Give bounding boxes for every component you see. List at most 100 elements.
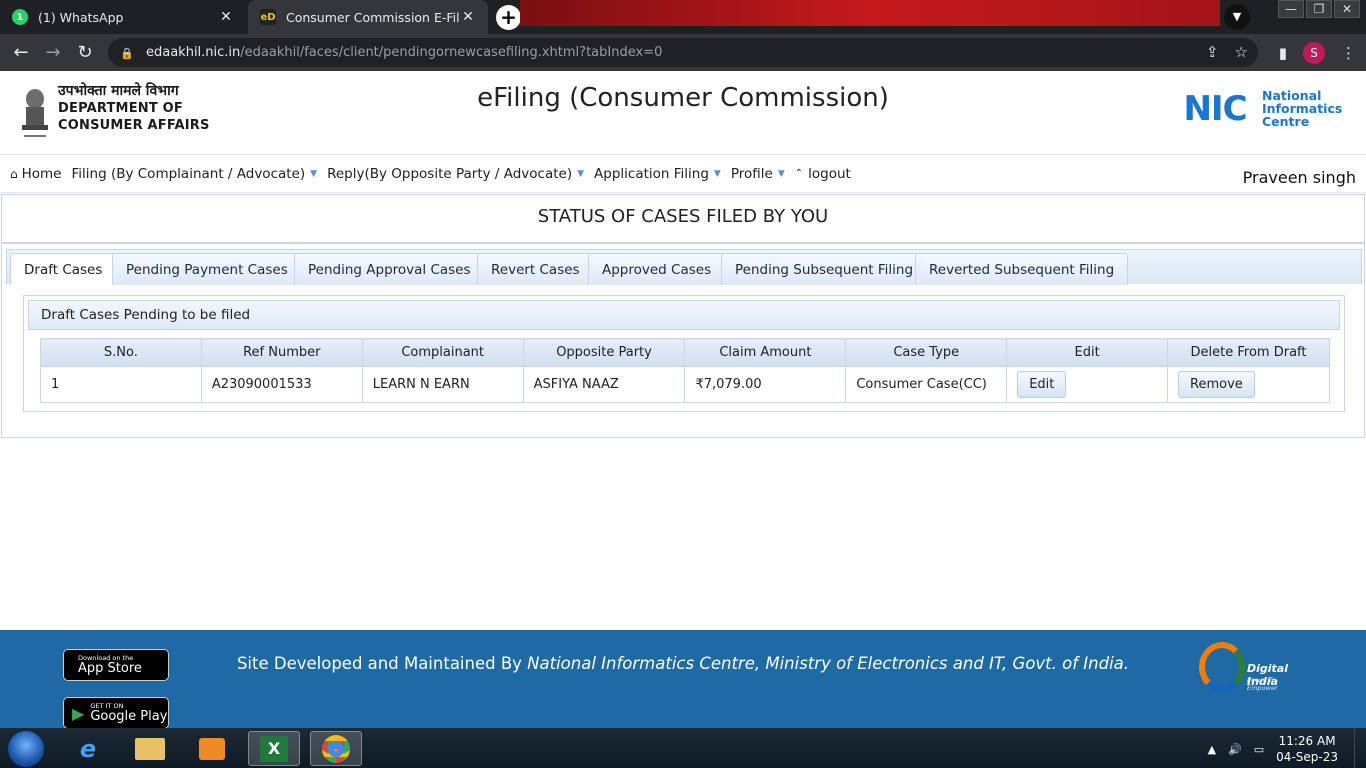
menu-label: Home (21, 165, 62, 182)
url-host: edaakhil.nic.in (146, 45, 241, 60)
reload-icon[interactable]: ↻ (74, 42, 96, 64)
tab-pending-subsequent-filing[interactable]: Pending Subsequent Filing (721, 253, 928, 285)
table-row: 1 A23090001533 LEARN N EARN ASFIYA NAAZ … (40, 366, 1330, 403)
tab-approved-cases[interactable]: Approved Cases (588, 253, 726, 285)
ie-icon[interactable]: e (62, 731, 114, 766)
show-desktop-button[interactable] (1354, 728, 1366, 768)
caret-down-icon: ▼ (777, 168, 785, 179)
more-menu-icon[interactable]: ⋮ (1341, 44, 1356, 62)
browser-toolbar: ← → ↻ 🔒 edaakhil.nic.in /edaakhil/faces/… (0, 34, 1366, 71)
maximize-icon[interactable]: ❐ (1306, 0, 1332, 18)
status-heading: STATUS OF CASES FILED BY YOU (2, 195, 1364, 244)
column-header[interactable]: S.No. (40, 338, 202, 367)
column-header[interactable]: Case Type (845, 338, 1008, 367)
forward-arrow-icon[interactable]: → (42, 42, 64, 64)
tab-search-button[interactable]: ▼ (1224, 4, 1250, 30)
digital-india-tagline: Power To Empower (1247, 676, 1278, 692)
tab-consumer-commission[interactable]: eD Consumer Commission E-Filing A ✕ (248, 0, 488, 34)
nic-mark: NIC (1172, 89, 1258, 129)
cell-edit: Edit (1006, 366, 1169, 403)
cell-delete: Remove (1167, 366, 1330, 403)
lock-icon: 🔒 (120, 46, 134, 60)
edaakhil-icon: eD (260, 9, 276, 25)
remove-button[interactable]: Remove (1178, 371, 1255, 398)
column-header[interactable]: Claim Amount (684, 338, 847, 367)
tab-reverted-subsequent-filing[interactable]: Reverted Subsequent Filing (915, 253, 1129, 285)
footer-credit-italic: National Informatics Centre, Ministry of… (527, 654, 1130, 673)
menu-logout[interactable]: ⌃ logout (795, 166, 851, 182)
media-player-icon[interactable] (186, 731, 238, 766)
menu-label: Reply(By Opposite Party / Advocate) (327, 165, 573, 182)
column-header[interactable]: Ref Number (200, 338, 363, 367)
side-panel-icon[interactable]: ▮ (1279, 44, 1287, 62)
tab-revert-cases[interactable]: Revert Cases (477, 253, 594, 285)
tab-draft-cases[interactable]: Draft Cases (10, 253, 117, 285)
volume-icon[interactable]: 🔊 (1228, 743, 1242, 756)
edit-button[interactable]: Edit (1017, 371, 1067, 398)
clock[interactable]: 11:26 AM 04-Sep-23 (1276, 733, 1338, 765)
excel-icon[interactable]: X (248, 731, 300, 766)
start-button[interactable] (8, 731, 44, 767)
menu-profile[interactable]: Profile ▼ (731, 166, 785, 182)
close-tab-icon[interactable]: ✕ (460, 9, 476, 25)
browser-tab-strip: 1 (1) WhatsApp ✕ eD Consumer Commission … (0, 0, 1366, 34)
new-tab-button[interactable]: + (496, 5, 521, 30)
cell-case-type: Consumer Case(CC) (845, 366, 1008, 403)
minimize-icon[interactable]: — (1278, 0, 1304, 18)
close-tab-icon[interactable]: ✕ (218, 9, 234, 25)
tray-overflow-icon[interactable]: ▲ (1208, 743, 1216, 756)
nic-text-line3: Centre (1262, 114, 1310, 129)
caret-down-icon: ▼ (713, 168, 721, 179)
column-header[interactable]: Edit (1006, 338, 1169, 367)
chrome-icon[interactable] (310, 731, 362, 766)
menu-home[interactable]: ⌂ Home (10, 166, 62, 182)
omnibox-actions: ⇪ ☆ (1206, 43, 1248, 61)
profile-avatar[interactable]: S (1303, 42, 1325, 64)
user-name: Praveen singh (1242, 168, 1356, 187)
digital-india-icon (1199, 642, 1245, 692)
nic-text: National Informatics Centre (1262, 89, 1342, 128)
menu-label: Application Filing (594, 165, 709, 182)
windows-taskbar: e X ▲ 🔊 ▭ 11:26 AM 04-Sep-23 (0, 728, 1366, 768)
table-header-row: S.No. Ref Number Complainant Opposite Pa… (40, 338, 1330, 367)
window-controls: — ❐ ✕ (1278, 0, 1360, 18)
logout-icon: ⌃ (794, 168, 804, 179)
tab-pending-payment-cases[interactable]: Pending Payment Cases (112, 253, 302, 285)
menu-label: Profile (730, 165, 773, 182)
file-explorer-icon[interactable] (124, 731, 176, 766)
google-play-icon: ▶ (72, 703, 85, 723)
main-menu: ⌂ Home Filing (By Complainant / Advocate)… (0, 155, 1366, 193)
menu-application-filing[interactable]: Application Filing ▼ (594, 166, 721, 182)
back-arrow-icon[interactable]: ← (10, 42, 32, 64)
tab-title: (1) WhatsApp (38, 9, 124, 25)
clock-date: 04-Sep-23 (1276, 750, 1338, 764)
draft-cases-panel: Draft Cases Pending to be filed S.No. Re… (23, 295, 1345, 412)
share-icon[interactable]: ⇪ (1206, 43, 1219, 61)
digital-india-logo: Digital India Power To Empower (1197, 638, 1307, 696)
network-icon[interactable]: ▭ (1254, 743, 1264, 756)
page-title: eFiling (Consumer Commission) (477, 83, 889, 113)
cell-ref-number: A23090001533 (200, 366, 363, 403)
home-icon: ⌂ (10, 166, 18, 181)
clock-time: 11:26 AM (1278, 734, 1336, 748)
department-line2: CONSUMER AFFAIRS (58, 118, 210, 133)
site-header: उपभोक्ता मामले विभाग DEPARTMENT OF CONSU… (0, 71, 1366, 155)
tab-pending-approval-cases[interactable]: Pending Approval Cases (294, 253, 485, 285)
tab-whatsapp[interactable]: 1 (1) WhatsApp ✕ (0, 0, 246, 34)
column-header[interactable]: Opposite Party (522, 338, 686, 367)
cases-container: STATUS OF CASES FILED BY YOU Draft Cases… (1, 194, 1365, 438)
menu-reply[interactable]: Reply(By Opposite Party / Advocate) ▼ (327, 166, 584, 182)
panel-title: Draft Cases Pending to be filed (28, 300, 1340, 330)
close-window-icon[interactable]: ✕ (1334, 0, 1360, 18)
system-tray: ▲ 🔊 ▭ 11:26 AM 04-Sep-23 (1208, 733, 1338, 765)
menu-filing[interactable]: Filing (By Complainant / Advocate) ▼ (72, 166, 318, 182)
bookmark-star-icon[interactable]: ☆ (1235, 43, 1248, 61)
nic-logo: NIC National Informatics Centre (1172, 89, 1342, 129)
google-play-badge[interactable]: ▶ GET IT ON Google Play (63, 697, 169, 729)
column-header[interactable]: Complainant (361, 338, 524, 367)
footer-credit-plain: Site Developed and Maintained By (236, 654, 528, 673)
address-bar[interactable]: 🔒 edaakhil.nic.in /edaakhil/faces/client… (108, 38, 1258, 67)
menu-label: logout (808, 165, 851, 182)
caret-down-icon: ▼ (310, 168, 318, 179)
column-header[interactable]: Delete From Draft (1167, 338, 1330, 367)
